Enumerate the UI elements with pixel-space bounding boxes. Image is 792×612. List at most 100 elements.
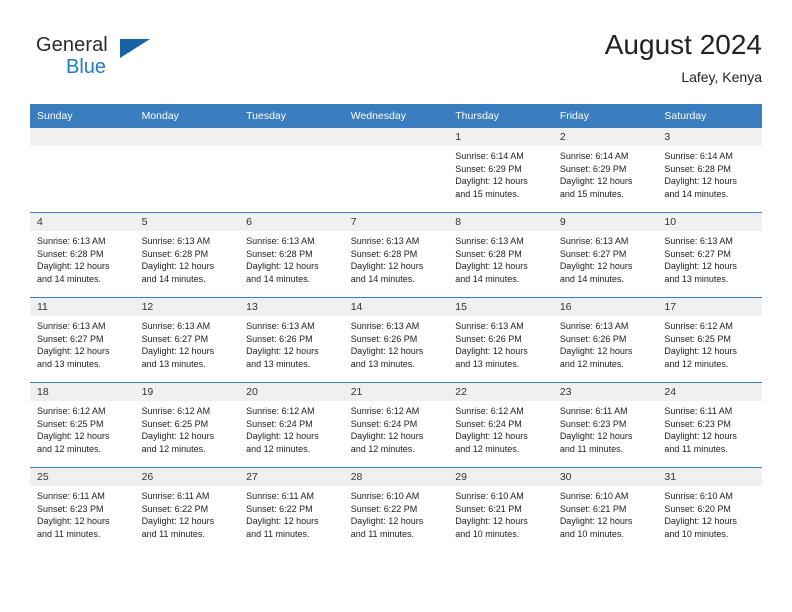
sunrise-text: Sunrise: 6:11 AM bbox=[559, 406, 628, 416]
sunset-text: Sunset: 6:28 PM bbox=[37, 248, 104, 259]
calendar-cell: 27 Sunrise: 6:11 AM Sunset: 6:22 PM Dayligh… bbox=[239, 467, 344, 552]
day-cell[interactable]: 15 Sunrise: 6:13 AM Sunset: 6:26 PM Dayligh… bbox=[448, 298, 553, 382]
daylight-text-line2: and 11 minutes. bbox=[559, 443, 624, 454]
day-cell[interactable]: 17 Sunrise: 6:12 AM Sunset: 6:25 PM Dayligh… bbox=[657, 298, 762, 382]
sunset-text: Sunset: 6:24 PM bbox=[350, 418, 418, 429]
daylight-text-line1: Daylight: 12 hours bbox=[559, 261, 633, 272]
day-details: Sunrise: 6:12 AM Sunset: 6:24 PM Daylight:… bbox=[448, 401, 553, 455]
day-cell[interactable]: 21 Sunrise: 6:12 AM Sunset: 6:24 PM Dayligh… bbox=[343, 383, 449, 467]
sunrise-text: Sunrise: 6:10 AM bbox=[664, 491, 733, 501]
day-details bbox=[344, 146, 449, 150]
day-cell[interactable]: 16 Sunrise: 6:13 AM Sunset: 6:26 PM Dayligh… bbox=[552, 298, 658, 382]
sunrise-text: Sunrise: 6:13 AM bbox=[455, 321, 524, 331]
calendar-cell: 15 Sunrise: 6:13 AM Sunset: 6:26 PM Dayligh… bbox=[448, 297, 553, 383]
day-number: 2 bbox=[552, 128, 658, 146]
daylight-text-line2: and 11 minutes. bbox=[37, 528, 101, 539]
sunset-text: Sunset: 6:28 PM bbox=[455, 248, 522, 259]
day-cell[interactable]: 30 Sunrise: 6:10 AM Sunset: 6:21 PM Dayligh… bbox=[552, 468, 658, 552]
day-cell[interactable]: 20 Sunrise: 6:12 AM Sunset: 6:24 PM Dayligh… bbox=[239, 383, 344, 467]
daylight-text-line1: Daylight: 12 hours bbox=[37, 431, 110, 442]
day-number bbox=[343, 128, 449, 146]
day-cell[interactable]: 6 Sunrise: 6:13 AM Sunset: 6:28 PM Daylight… bbox=[239, 213, 344, 297]
day-cell[interactable]: 13 Sunrise: 6:13 AM Sunset: 6:26 PM Dayligh… bbox=[239, 298, 344, 382]
daylight-text-line2: and 12 minutes. bbox=[350, 443, 415, 454]
day-number: 12 bbox=[134, 298, 240, 316]
sunrise-text: Sunrise: 6:12 AM bbox=[350, 406, 420, 416]
brand-logo[interactable]: General Blue bbox=[36, 34, 176, 86]
day-cell[interactable]: 22 Sunrise: 6:12 AM Sunset: 6:24 PM Dayligh… bbox=[448, 383, 553, 467]
day-cell[interactable]: 4 Sunrise: 6:13 AM Sunset: 6:28 PM Daylight… bbox=[30, 213, 135, 297]
calendar-cell: 3 Sunrise: 6:14 AM Sunset: 6:28 PM Daylight… bbox=[657, 128, 762, 213]
day-cell[interactable]: 11 Sunrise: 6:13 AM Sunset: 6:27 PM Dayligh… bbox=[30, 298, 135, 382]
day-details: Sunrise: 6:12 AM Sunset: 6:25 PM Daylight:… bbox=[135, 401, 240, 455]
day-cell-empty bbox=[134, 128, 240, 212]
day-cell[interactable]: 29 Sunrise: 6:10 AM Sunset: 6:21 PM Dayligh… bbox=[448, 468, 553, 552]
weekday-header-friday: Friday bbox=[552, 104, 658, 128]
day-number: 25 bbox=[30, 468, 135, 486]
calendar-cell: 30 Sunrise: 6:10 AM Sunset: 6:21 PM Dayligh… bbox=[552, 467, 658, 552]
daylight-text-line1: Daylight: 12 hours bbox=[141, 431, 215, 442]
sunrise-text: Sunrise: 6:13 AM bbox=[350, 321, 420, 331]
daylight-text-line2: and 11 minutes. bbox=[350, 528, 415, 539]
day-details: Sunrise: 6:10 AM Sunset: 6:22 PM Daylight:… bbox=[344, 486, 449, 540]
weekday-header-sunday: Sunday bbox=[30, 104, 135, 128]
daylight-text-line1: Daylight: 12 hours bbox=[246, 431, 319, 442]
day-details: Sunrise: 6:11 AM Sunset: 6:23 PM Daylight:… bbox=[553, 401, 658, 455]
day-details: Sunrise: 6:12 AM Sunset: 6:25 PM Daylight:… bbox=[30, 401, 135, 455]
day-details: Sunrise: 6:11 AM Sunset: 6:22 PM Daylight:… bbox=[239, 486, 344, 540]
day-cell[interactable]: 10 Sunrise: 6:13 AM Sunset: 6:27 PM Dayligh… bbox=[657, 213, 762, 297]
calendar-cell: 22 Sunrise: 6:12 AM Sunset: 6:24 PM Dayligh… bbox=[448, 382, 553, 468]
sunrise-text: Sunrise: 6:10 AM bbox=[455, 491, 524, 501]
daylight-text-line1: Daylight: 12 hours bbox=[37, 346, 110, 357]
day-cell[interactable]: 14 Sunrise: 6:13 AM Sunset: 6:26 PM Dayligh… bbox=[343, 298, 449, 382]
day-cell[interactable]: 23 Sunrise: 6:11 AM Sunset: 6:23 PM Dayligh… bbox=[552, 383, 658, 467]
daylight-text-line2: and 13 minutes. bbox=[455, 358, 520, 369]
day-cell[interactable]: 27 Sunrise: 6:11 AM Sunset: 6:22 PM Dayligh… bbox=[239, 468, 344, 552]
day-cell[interactable]: 26 Sunrise: 6:11 AM Sunset: 6:22 PM Dayligh… bbox=[134, 468, 240, 552]
day-details: Sunrise: 6:12 AM Sunset: 6:24 PM Daylight:… bbox=[239, 401, 344, 455]
sunset-text: Sunset: 6:23 PM bbox=[664, 418, 731, 429]
day-cell[interactable]: 31 Sunrise: 6:10 AM Sunset: 6:20 PM Dayligh… bbox=[657, 468, 762, 552]
daylight-text-line2: and 12 minutes. bbox=[455, 443, 520, 454]
sunrise-text: Sunrise: 6:10 AM bbox=[559, 491, 629, 501]
day-cell[interactable]: 19 Sunrise: 6:12 AM Sunset: 6:25 PM Dayligh… bbox=[134, 383, 240, 467]
day-number: 13 bbox=[239, 298, 344, 316]
day-number: 3 bbox=[657, 128, 762, 146]
daylight-text-line2: and 11 minutes. bbox=[664, 443, 728, 454]
sunset-text: Sunset: 6:22 PM bbox=[141, 503, 209, 514]
day-cell[interactable]: 25 Sunrise: 6:11 AM Sunset: 6:23 PM Dayligh… bbox=[30, 468, 135, 552]
day-cell[interactable]: 18 Sunrise: 6:12 AM Sunset: 6:25 PM Dayligh… bbox=[30, 383, 135, 467]
sunrise-text: Sunrise: 6:12 AM bbox=[455, 406, 524, 416]
day-number: 11 bbox=[30, 298, 135, 316]
calendar-cell: 20 Sunrise: 6:12 AM Sunset: 6:24 PM Dayligh… bbox=[239, 382, 344, 468]
daylight-text-line1: Daylight: 12 hours bbox=[664, 346, 737, 357]
day-cell[interactable]: 24 Sunrise: 6:11 AM Sunset: 6:23 PM Dayligh… bbox=[657, 383, 762, 467]
day-cell[interactable]: 9 Sunrise: 6:13 AM Sunset: 6:27 PM Daylight… bbox=[552, 213, 658, 297]
day-cell[interactable]: 28 Sunrise: 6:10 AM Sunset: 6:22 PM Dayligh… bbox=[343, 468, 449, 552]
day-cell[interactable]: 12 Sunrise: 6:13 AM Sunset: 6:27 PM Dayligh… bbox=[134, 298, 240, 382]
day-cell[interactable]: 1 Sunrise: 6:14 AM Sunset: 6:29 PM Daylight… bbox=[448, 128, 553, 212]
day-cell[interactable]: 2 Sunrise: 6:14 AM Sunset: 6:29 PM Daylight… bbox=[552, 128, 658, 212]
daylight-text-line1: Daylight: 12 hours bbox=[455, 176, 528, 187]
day-cell[interactable]: 8 Sunrise: 6:13 AM Sunset: 6:28 PM Daylight… bbox=[448, 213, 553, 297]
sunset-text: Sunset: 6:25 PM bbox=[141, 418, 209, 429]
daylight-text-line1: Daylight: 12 hours bbox=[455, 516, 528, 527]
daylight-text-line2: and 14 minutes. bbox=[559, 273, 624, 284]
calendar-cell: 28 Sunrise: 6:10 AM Sunset: 6:22 PM Dayligh… bbox=[343, 467, 449, 552]
page-title: August 2024 bbox=[604, 29, 762, 60]
day-details: Sunrise: 6:13 AM Sunset: 6:28 PM Daylight:… bbox=[135, 231, 240, 285]
day-details: Sunrise: 6:12 AM Sunset: 6:25 PM Daylight:… bbox=[657, 316, 762, 370]
day-cell[interactable]: 7 Sunrise: 6:13 AM Sunset: 6:28 PM Daylight… bbox=[343, 213, 449, 297]
calendar-cell: 5 Sunrise: 6:13 AM Sunset: 6:28 PM Daylight… bbox=[134, 212, 240, 298]
day-cell[interactable]: 5 Sunrise: 6:13 AM Sunset: 6:28 PM Daylight… bbox=[134, 213, 240, 297]
calendar-week-row: 4 Sunrise: 6:13 AM Sunset: 6:28 PM Daylight… bbox=[30, 212, 762, 298]
day-cell[interactable]: 3 Sunrise: 6:14 AM Sunset: 6:28 PM Daylight… bbox=[657, 128, 762, 212]
daylight-text-line2: and 13 minutes. bbox=[37, 358, 102, 369]
daylight-text-line1: Daylight: 12 hours bbox=[350, 346, 424, 357]
calendar-cell: 14 Sunrise: 6:13 AM Sunset: 6:26 PM Dayligh… bbox=[343, 297, 449, 383]
daylight-text-line1: Daylight: 12 hours bbox=[559, 176, 633, 187]
calendar-cell: 16 Sunrise: 6:13 AM Sunset: 6:26 PM Dayligh… bbox=[552, 297, 658, 383]
day-details: Sunrise: 6:13 AM Sunset: 6:28 PM Daylight:… bbox=[448, 231, 553, 285]
daylight-text-line2: and 13 minutes. bbox=[246, 358, 311, 369]
daylight-text-line2: and 10 minutes. bbox=[664, 528, 729, 539]
